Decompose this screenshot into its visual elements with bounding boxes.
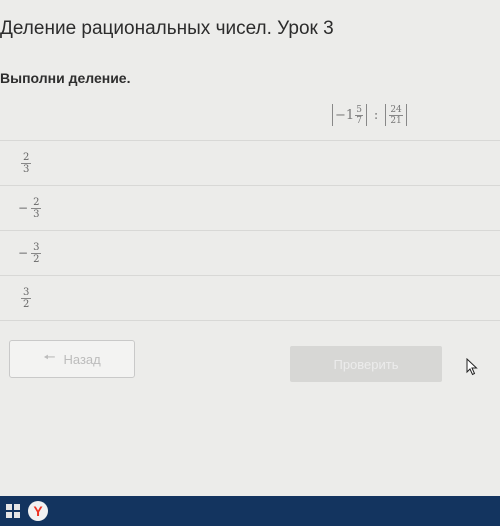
option-math: − 3 2 — [18, 241, 42, 265]
left-whole: 1 — [345, 107, 355, 123]
option-denominator: 3 — [23, 163, 30, 175]
option-denominator: 3 — [33, 208, 40, 220]
check-button-label: Проверить — [333, 356, 399, 372]
taskbar: Y — [0, 496, 500, 526]
option-math: 3 2 — [18, 286, 32, 310]
windows-start-icon[interactable] — [0, 496, 26, 526]
right-fraction: 24 21 — [389, 104, 403, 126]
option-denominator: 2 — [23, 298, 30, 310]
left-sign: − — [335, 107, 346, 123]
option-fraction: 3 2 — [21, 286, 32, 310]
answer-options: 2 3 − 2 3 − 3 2 3 2 — [0, 140, 500, 321]
answer-option-4[interactable]: 3 2 — [0, 275, 500, 321]
option-sign: − — [18, 246, 29, 260]
right-denominator: 21 — [390, 115, 402, 126]
check-button[interactable]: Проверить — [290, 346, 442, 382]
abs-bar-left-close — [365, 104, 367, 126]
page-title: Деление рациональных чисел. Урок 3 — [0, 18, 334, 39]
back-button-label: Назад — [63, 351, 101, 367]
abs-bar-left-open — [332, 104, 333, 126]
option-fraction: 2 3 — [21, 151, 32, 175]
option-denominator: 2 — [33, 253, 40, 265]
option-fraction: 3 2 — [31, 241, 42, 265]
left-fraction: 5 7 — [355, 105, 363, 126]
option-math: − 2 3 — [18, 196, 42, 220]
right-numerator: 24 — [389, 104, 403, 116]
abs-bar-right-close — [405, 104, 407, 126]
task-prompt: Выполни деление. — [0, 70, 131, 86]
option-numerator: 3 — [31, 241, 42, 254]
option-sign: − — [18, 201, 29, 215]
option-math: 2 3 — [18, 151, 32, 175]
yandex-browser-icon[interactable]: Y — [28, 501, 48, 521]
browser-letter: Y — [33, 503, 43, 519]
left-numerator: 5 — [355, 104, 363, 116]
answer-option-1[interactable]: 2 3 — [0, 140, 500, 185]
left-denominator: 7 — [356, 115, 362, 126]
option-numerator: 2 — [21, 151, 32, 164]
lesson-page: Деление рациональных чисел. Урок 3 Выпол… — [0, 0, 500, 496]
arrow-left-icon: 🠔 — [43, 349, 56, 365]
option-numerator: 3 — [21, 286, 32, 299]
division-operator: : — [373, 107, 379, 123]
option-fraction: 2 3 — [31, 196, 42, 220]
answer-option-2[interactable]: − 2 3 — [0, 185, 500, 230]
task-expression: − 1 5 7 : 24 21 — [330, 104, 409, 126]
abs-bar-right-open — [385, 104, 387, 126]
answer-option-3[interactable]: − 3 2 — [0, 230, 500, 275]
back-button[interactable]: 🠔 Назад — [9, 340, 135, 378]
option-numerator: 2 — [31, 196, 42, 209]
